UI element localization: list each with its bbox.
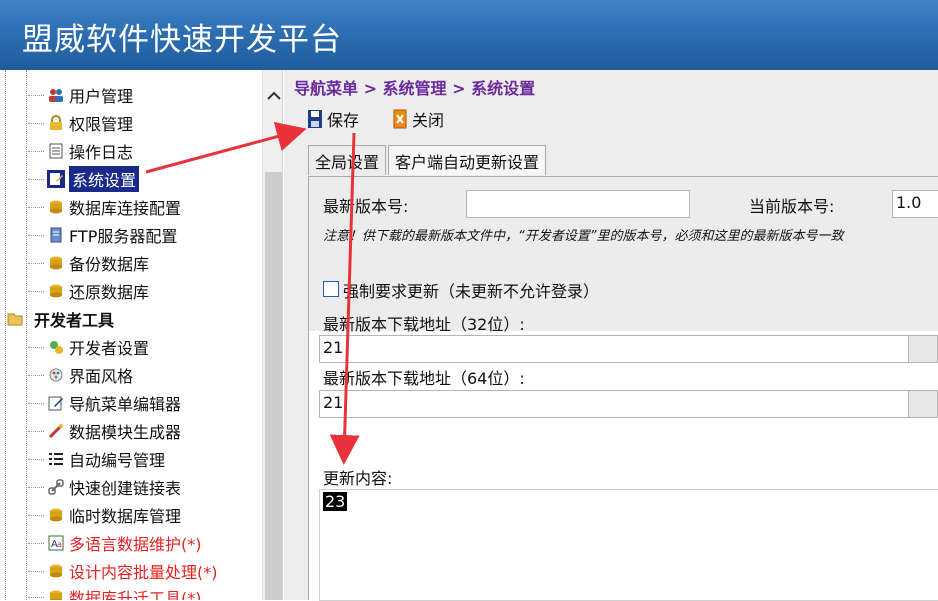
- sidebar-item-label: 权限管理: [69, 115, 134, 134]
- sidebar-item-label: 操作日志: [69, 143, 134, 162]
- sidebar-item-label: 系统设置: [69, 166, 140, 192]
- sidebar-item-label: FTP服务器配置: [69, 227, 178, 246]
- sidebar-item-label: 导航菜单编辑器: [69, 395, 182, 414]
- scrollbar-thumb[interactable]: [265, 172, 282, 600]
- sidebar-item-label: 界面风格: [69, 367, 134, 386]
- latest-version-label: 最新版本号:: [323, 197, 409, 216]
- server-icon: [47, 226, 65, 244]
- sidebar-item-menu-editor[interactable]: 导航菜单编辑器: [28, 391, 181, 415]
- sidebar-item-module-generator[interactable]: 数据模块生成器: [28, 419, 181, 443]
- tab-client-auto-update[interactable]: 客户端自动更新设置: [388, 145, 547, 175]
- menu-editor-icon: [47, 394, 65, 412]
- sidebar-item-label: 数据库升迁工具(*): [69, 589, 202, 600]
- sidebar-item-label: 数据模块生成器: [69, 423, 182, 442]
- sidebar-item-permissions[interactable]: 权限管理: [28, 111, 133, 135]
- restore-icon: [47, 282, 65, 300]
- force-update-label: 强制要求更新（未更新不允许登录）: [343, 282, 600, 301]
- log-icon: [47, 142, 65, 160]
- update-content-textarea[interactable]: 23: [319, 489, 938, 601]
- url64-browse-button[interactable]: [908, 390, 938, 418]
- sidebar-item-label: 还原数据库: [69, 283, 150, 302]
- sidebar-item-label: 设计内容批量处理(*): [69, 563, 218, 582]
- sidebar-item-label: 快速创建链接表: [69, 479, 182, 498]
- force-update-checkbox[interactable]: [323, 281, 339, 297]
- sidebar-item-system-settings[interactable]: 系统设置: [28, 166, 140, 192]
- sidebar-item-temp-db[interactable]: 临时数据库管理: [28, 503, 181, 527]
- tab-bar: 全局设置 客户端自动更新设置: [308, 145, 548, 175]
- tree-guide-line: [26, 70, 27, 600]
- sidebar-item-operation-log[interactable]: 操作日志: [28, 139, 133, 163]
- app-header: 盟威软件快速开发平台: [0, 0, 938, 70]
- sidebar-item-label: 备份数据库: [69, 255, 150, 274]
- sidebar-item-label: 多语言数据维护(*): [69, 535, 202, 554]
- dev-settings-icon: [47, 338, 65, 356]
- url64-label: 最新版本下载地址（64位）:: [323, 369, 525, 388]
- close-label: 关闭: [412, 111, 445, 130]
- close-button[interactable]: 关闭: [391, 107, 444, 131]
- sidebar-item-ftp-config[interactable]: FTP服务器配置: [28, 223, 177, 247]
- current-version-input[interactable]: 1.0: [892, 190, 938, 218]
- settings-icon: [47, 170, 65, 188]
- update-content-label: 更新内容:: [323, 469, 393, 488]
- sidebar: 用户管理 权限管理 操作日志 系统设置 数据库连接配置 FTP服务器配置 备份数…: [0, 70, 283, 600]
- backup-icon: [47, 254, 65, 272]
- sidebar-item-label: 数据库连接配置: [69, 199, 182, 218]
- sidebar-item-ui-style[interactable]: 界面风格: [28, 363, 133, 387]
- sidebar-item-restore-db[interactable]: 还原数据库: [28, 279, 149, 303]
- tree-guide-line: [5, 70, 6, 600]
- sidebar-item-label: 用户管理: [69, 87, 134, 106]
- sidebar-item-label: 开发者设置: [69, 339, 150, 358]
- scroll-up-icon[interactable]: [263, 82, 282, 108]
- database-icon: [47, 198, 65, 216]
- save-label: 保存: [327, 111, 360, 130]
- save-icon: [306, 109, 324, 129]
- sidebar-item-user-management[interactable]: 用户管理: [28, 83, 133, 107]
- settings-panel: 最新版本号: 当前版本号: 1.0 注意！供下载的最新版本文件中，“开发者设置”…: [308, 176, 938, 601]
- toolbar: 保存 关闭: [306, 106, 476, 132]
- save-button[interactable]: 保存: [306, 107, 359, 131]
- current-version-label: 当前版本号:: [749, 197, 835, 216]
- batch-icon: [47, 562, 65, 580]
- url32-input[interactable]: 21: [319, 335, 909, 363]
- numbered-list-icon: [47, 450, 65, 468]
- breadcrumb: 导航菜单 > 系统管理 > 系统设置: [294, 79, 536, 98]
- url32-browse-button[interactable]: [908, 335, 938, 363]
- lock-icon: [47, 114, 65, 132]
- database-icon: [47, 506, 65, 524]
- close-icon: [391, 109, 409, 129]
- version-note: 注意！供下载的最新版本文件中，“开发者设置”里的版本号，必须和这里的最新版本号一…: [323, 229, 844, 244]
- link-icon: [47, 478, 65, 496]
- url32-label: 最新版本下载地址（32位）:: [323, 315, 525, 334]
- sidebar-item-label: 临时数据库管理: [69, 507, 182, 526]
- sidebar-item-multilang[interactable]: Aa 多语言数据维护(*): [28, 531, 202, 555]
- sidebar-group-dev-tools[interactable]: 开发者工具: [6, 307, 114, 331]
- app-title: 盟威软件快速开发平台: [22, 22, 342, 58]
- sidebar-item-auto-numbering[interactable]: 自动编号管理: [28, 447, 165, 471]
- sidebar-item-backup-db[interactable]: 备份数据库: [28, 251, 149, 275]
- main-content: 导航菜单 > 系统管理 > 系统设置 保存 关闭 全局设置 客户端自动更新设置 …: [284, 70, 938, 601]
- tab-global-settings[interactable]: 全局设置: [308, 145, 387, 175]
- svg-text:a: a: [57, 540, 62, 549]
- upgrade-icon: [47, 588, 65, 600]
- sidebar-item-batch-process[interactable]: 设计内容批量处理(*): [28, 559, 218, 583]
- update-content-text: 23: [323, 492, 348, 511]
- sidebar-group-label: 开发者工具: [34, 311, 115, 330]
- folder-open-icon: [6, 310, 26, 328]
- url64-input[interactable]: 21: [319, 390, 909, 418]
- generator-icon: [47, 422, 65, 440]
- sidebar-item-dev-settings[interactable]: 开发者设置: [28, 335, 149, 359]
- sidebar-scrollbar[interactable]: [262, 70, 282, 600]
- latest-version-input[interactable]: [466, 190, 690, 218]
- palette-icon: [47, 366, 65, 384]
- users-icon: [47, 86, 65, 104]
- sidebar-item-db-connection[interactable]: 数据库连接配置: [28, 195, 181, 219]
- sidebar-item-quick-link-table[interactable]: 快速创建链接表: [28, 475, 181, 499]
- sidebar-item-db-upgrade[interactable]: 数据库升迁工具(*): [28, 585, 202, 600]
- language-icon: Aa: [47, 534, 65, 552]
- sidebar-item-label: 自动编号管理: [69, 451, 166, 470]
